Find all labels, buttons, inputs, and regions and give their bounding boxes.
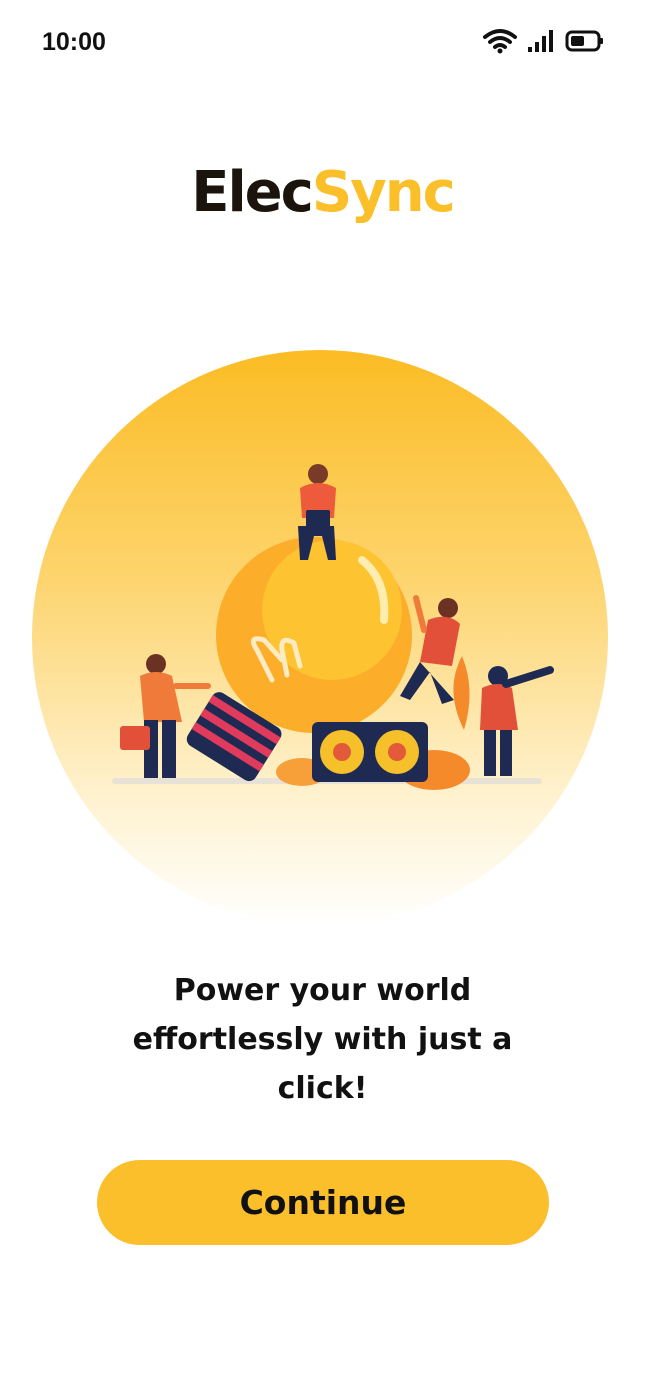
- status-time: 10:00: [42, 28, 106, 56]
- continue-button[interactable]: Continue: [97, 1160, 549, 1245]
- app-logo: ElecSync: [0, 160, 645, 225]
- lightbulb-people-illustration: [112, 464, 554, 790]
- status-icons: [483, 28, 605, 54]
- tagline-text: Power your world effortlessly with just …: [132, 973, 513, 1106]
- wifi-icon: [483, 29, 517, 54]
- plant-shape: [453, 656, 470, 730]
- status-bar: 10:00: [0, 0, 645, 88]
- person-with-briefcase: [120, 654, 211, 778]
- logo-part-elec: Elec: [191, 160, 314, 225]
- logo-part-sync: Sync: [311, 160, 456, 225]
- hero-illustration: [32, 350, 608, 926]
- battery-icon: [565, 30, 603, 52]
- person-with-telescope: [480, 666, 554, 776]
- cellular-signal-icon: [528, 30, 553, 52]
